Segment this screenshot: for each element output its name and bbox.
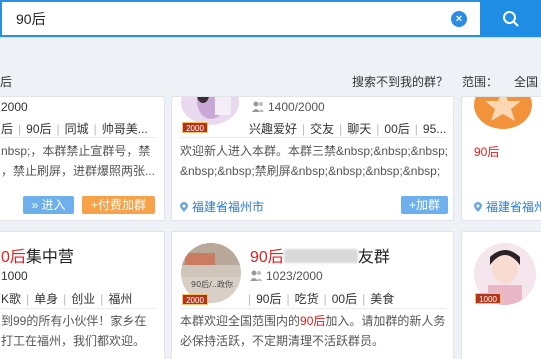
enter-button[interactable]: » 进入 [23, 196, 74, 214]
level-badge: 1000 [475, 293, 501, 304]
group-description: 本群欢迎全国范围内的90后加入。请加群的新人务 必保持活跃，不定期清理不活跃群员… [180, 314, 446, 348]
filter-left-label: 后 [0, 75, 13, 89]
tag: 创业 [71, 292, 96, 306]
group-description: 欢迎新人进入本群。本群三禁&nbsp;&nbsp;&nbsp; &nbsp;&n… [180, 144, 449, 178]
tag: 00后 [331, 292, 358, 306]
location-pin-icon [180, 202, 188, 212]
group-description: nbsp;，本群禁止宣群号，禁 ，禁止刷屏，进群爆照两张... [1, 144, 156, 178]
location: 福建省福州市 [180, 198, 264, 215]
tag-list: K歌 | 单身 | 创业 | 福州 [1, 292, 133, 306]
tag: 90后 [26, 122, 52, 136]
range-value[interactable]: 全国 [514, 73, 538, 90]
level-badge: 2000 [182, 294, 208, 305]
tag: 美食 [370, 292, 395, 306]
group-description: 到99的所有小伙伴！家乡在 打工在福州，我们都欢迎。 [1, 314, 147, 348]
location: 福建省福州市 [474, 198, 541, 215]
member-count: 1400/2000 [252, 100, 325, 114]
group-card[interactable]: 2000 后 | 90后 | 同城 | 帅哥美... nbsp;，本群禁止宣群号，禁 ，禁止… [0, 96, 165, 221]
range-label: 范围： [462, 75, 499, 89]
location-pin-icon [474, 202, 482, 212]
tag: 单身 [34, 292, 59, 306]
level-badge: 2000 [182, 122, 208, 133]
tag: 后 [1, 122, 14, 136]
tag: 福州 [108, 292, 133, 306]
tag: 95... [422, 122, 447, 136]
paid-join-button[interactable]: +付费加群 [82, 196, 155, 214]
tag: 同城 [64, 122, 89, 136]
svg-text:90后/..政你: 90后/..政你 [191, 279, 233, 289]
group-card[interactable]: 0后集中营 1000 K歌 | 单身 | 创业 | 福州 到99的所有小伙伴！家乡在 打工在… [0, 231, 165, 359]
member-count: 1023/2000 [250, 269, 323, 283]
group-title[interactable]: 90后 友群 [250, 243, 390, 267]
clear-icon[interactable]: × [451, 11, 467, 27]
group-title[interactable]: 0后集中营 [1, 243, 74, 267]
not-found-link[interactable]: 搜索不到我的群？ [352, 73, 448, 90]
tag: 00后 [384, 122, 410, 136]
watermark: 百度经验 [505, 351, 541, 359]
search-icon [503, 11, 519, 27]
group-avatar [474, 97, 532, 129]
group-card[interactable]: 1000 百度经验 [461, 231, 541, 359]
search-bar: × [0, 0, 541, 38]
member-count: 1000 [1, 269, 28, 283]
add-group-button[interactable]: +加群 [401, 196, 448, 214]
divider [180, 137, 446, 138]
tag: 吃货 [294, 292, 319, 306]
tag: K歌 [1, 292, 22, 306]
group-avatar [181, 97, 239, 125]
tag: 聊天 [347, 122, 372, 136]
tag: 90后 [256, 292, 282, 306]
group-card[interactable]: 90后/..政你 2000 90后 友群 1023/2000 | 90后 | 吃货 | 00… [171, 231, 454, 359]
tag-list: | 90后 | 吃货 | 00后 | 美食 [248, 292, 395, 306]
divider [1, 137, 156, 138]
group-card[interactable]: 90后 福建省福州市 [461, 96, 541, 221]
member-count: 2000 [1, 100, 28, 114]
tag: 帅哥美... [101, 122, 148, 136]
redacted-text [283, 249, 358, 263]
members-icon [250, 270, 262, 281]
tag: 兴趣爱好 [249, 122, 298, 136]
tag: 交友 [310, 122, 335, 136]
tag: 90后 [474, 145, 500, 159]
tag-list: 后 | 90后 | 同城 | 帅哥美... [1, 122, 148, 136]
members-icon [252, 101, 264, 112]
divider [1, 308, 156, 309]
filter-bar: 后 搜索不到我的群？ 范围： 全国 [0, 64, 541, 94]
search-input[interactable] [0, 0, 480, 37]
search-button[interactable] [480, 0, 541, 37]
divider [180, 308, 446, 309]
tag-list: 兴趣爱好 | 交友 | 聊天 | 00后 | 95... [249, 122, 447, 136]
group-card[interactable]: 2000 1400/2000 兴趣爱好 | 交友 | 聊天 | 00后 | 95... 欢迎新人… [171, 96, 454, 221]
